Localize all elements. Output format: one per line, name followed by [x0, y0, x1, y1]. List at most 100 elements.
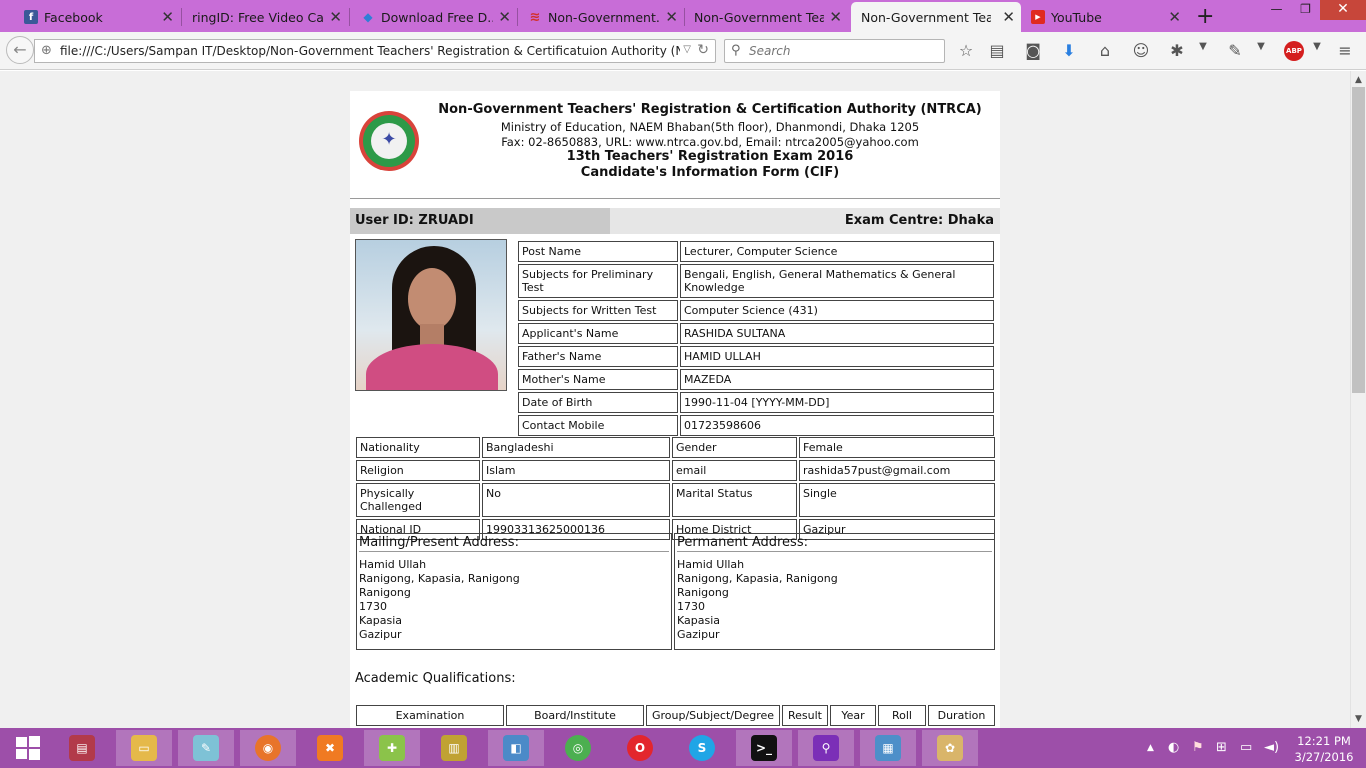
close-icon[interactable]: ✕: [1168, 8, 1181, 26]
field-value: RASHIDA SULTANA: [680, 323, 994, 344]
address-bar[interactable]: ⊕ file:///C:/Users/Sampan IT/Desktop/Non…: [34, 39, 716, 63]
chat-icon[interactable]: ☺: [1130, 41, 1152, 60]
field-label: Marital Status: [672, 483, 797, 517]
url-text[interactable]: file:///C:/Users/Sampan IT/Desktop/Non-G…: [60, 44, 680, 58]
close-icon[interactable]: ✕: [329, 8, 342, 26]
tab-strip: f Facebook ✕ ringID: Free Video Call... …: [0, 0, 1366, 32]
display-icon[interactable]: ▭: [1240, 740, 1252, 755]
search-tool-icon[interactable]: ⚲: [798, 730, 854, 766]
close-icon[interactable]: ✕: [498, 8, 511, 26]
field-label: Post Name: [518, 241, 678, 262]
field-value: 1990-11-04 [YYYY-MM-DD]: [680, 392, 994, 413]
reload-icon[interactable]: ↻: [697, 42, 709, 58]
search-input[interactable]: [749, 43, 939, 59]
scroll-down-icon[interactable]: ▼: [1355, 714, 1362, 724]
field-label: Contact Mobile: [518, 415, 678, 436]
table-row: Father's Name HAMID ULLAH: [518, 346, 994, 367]
file-explorer-icon[interactable]: ▭: [116, 730, 172, 766]
chrome-icon[interactable]: ◎: [550, 730, 606, 766]
close-icon[interactable]: ✕: [1002, 8, 1015, 26]
tab-title: Non-Government...: [548, 9, 660, 25]
control-panel-icon[interactable]: ▦: [860, 730, 916, 766]
address-line: 1730: [359, 600, 387, 613]
reading-list-icon[interactable]: ▤: [986, 41, 1008, 60]
windows-start-icon[interactable]: [0, 730, 56, 766]
tools-icon[interactable]: ✎: [1224, 41, 1246, 60]
notepad-plus-icon[interactable]: ✚: [364, 730, 420, 766]
close-icon[interactable]: ✕: [829, 8, 842, 26]
field-label: Subjects for Written Test: [518, 300, 678, 321]
table-row: Date of Birth 1990-11-04 [YYYY-MM-DD]: [518, 392, 994, 413]
xampp-icon[interactable]: ✖: [302, 730, 358, 766]
flag-icon[interactable]: ⚑: [1192, 740, 1204, 755]
network-status-icon[interactable]: ◐: [1168, 740, 1179, 755]
back-button[interactable]: ←: [6, 36, 34, 64]
system-clock[interactable]: 12:21 PM 3/27/2016: [1290, 733, 1358, 765]
column-header: Roll: [878, 705, 926, 726]
tab-facebook[interactable]: f Facebook ✕: [20, 2, 180, 32]
tab-title: ringID: Free Video Call...: [192, 9, 324, 25]
chevron-down-icon[interactable]: ▼: [1250, 41, 1272, 52]
show-hidden-icons[interactable]: ▲: [1147, 743, 1154, 753]
close-window-button[interactable]: ✕: [1320, 0, 1366, 20]
permanent-address: Permanent Address: Hamid Ullah Ranigong,…: [674, 533, 995, 650]
table-row: Physically Challenged No Marital Status …: [356, 483, 995, 517]
opera-icon[interactable]: O: [612, 730, 668, 766]
minimize-button[interactable]: —: [1262, 0, 1291, 20]
tab-download[interactable]: ◆ Download Free D... ✕: [357, 2, 517, 32]
address-line: Ranigong, Kapasia, Ranigong: [359, 572, 520, 585]
window-controls: — ❐ ✕: [1262, 0, 1366, 20]
field-value: Bengali, English, General Mathematics & …: [680, 264, 994, 298]
navigation-toolbar: ← ⊕ file:///C:/Users/Sampan IT/Desktop/N…: [0, 32, 1366, 70]
download-icon[interactable]: ⬇: [1058, 41, 1080, 60]
chevron-down-icon[interactable]: ▼: [1306, 41, 1328, 52]
pocket-icon[interactable]: ◙: [1022, 41, 1044, 60]
winrar-icon[interactable]: ▤: [54, 730, 110, 766]
table-row: Contact Mobile 01723598606: [518, 415, 994, 436]
bookmark-star-icon[interactable]: ☆: [955, 41, 977, 60]
tab-ntrca-1[interactable]: ≋ Non-Government... ✕: [524, 2, 684, 32]
command-prompt-icon[interactable]: >_: [736, 730, 792, 766]
clock-time: 12:21 PM: [1297, 734, 1351, 748]
skype-icon[interactable]: S: [674, 730, 730, 766]
database-icon[interactable]: ▥: [426, 730, 482, 766]
youtube-icon: ▶: [1031, 10, 1045, 24]
id-bar: User ID: ZRUADI Exam Centre: Dhaka: [350, 208, 1000, 234]
extension-icon[interactable]: ✱: [1166, 41, 1188, 60]
field-label: Mother's Name: [518, 369, 678, 390]
history-dropdown-icon[interactable]: ▽: [683, 44, 691, 55]
contact-info: Fax: 02-8650883, URL: www.ntrca.gov.bd, …: [501, 135, 919, 149]
menu-icon[interactable]: ≡: [1334, 41, 1356, 60]
virtualbox-icon[interactable]: ◧: [488, 730, 544, 766]
permanent-address-title: Permanent Address:: [677, 536, 992, 552]
maximize-button[interactable]: ❐: [1291, 0, 1320, 20]
field-value: rashida57pust@gmail.com: [799, 460, 995, 481]
paint-icon[interactable]: ✿: [922, 730, 978, 766]
field-value: Bangladeshi: [482, 437, 670, 458]
volume-icon[interactable]: ◄): [1264, 740, 1279, 755]
exam-centre: Exam Centre: Dhaka: [844, 213, 994, 228]
windows-icon[interactable]: ⊞: [1216, 740, 1227, 755]
new-tab-button[interactable]: +: [1196, 4, 1214, 29]
tab-ntrca-active[interactable]: Non-Government Tea... ✕: [851, 2, 1021, 32]
scroll-thumb[interactable]: [1352, 87, 1365, 393]
field-value: Islam: [482, 460, 670, 481]
field-label: Nationality: [356, 437, 480, 458]
table-header-row: Examination Board/Institute Group/Subjec…: [356, 705, 995, 726]
tab-youtube[interactable]: ▶ YouTube ✕: [1027, 2, 1187, 32]
field-label: Applicant's Name: [518, 323, 678, 344]
field-value: MAZEDA: [680, 369, 994, 390]
chevron-down-icon[interactable]: ▼: [1192, 41, 1214, 52]
firefox-icon[interactable]: ◉: [240, 730, 296, 766]
field-value: Single: [799, 483, 995, 517]
tab-ntrca-2[interactable]: Non-Government Tea... ✕: [670, 2, 848, 32]
tab-ringid[interactable]: ringID: Free Video Call... ✕: [168, 2, 348, 32]
home-icon[interactable]: ⌂: [1094, 41, 1116, 60]
search-box[interactable]: ⚲: [724, 39, 945, 63]
notepad-icon[interactable]: ✎: [178, 730, 234, 766]
tab-title: YouTube: [1051, 9, 1102, 25]
cif-document: ✦ Non-Government Teachers' Registration …: [350, 91, 1000, 728]
adblock-plus-icon[interactable]: ABP: [1284, 41, 1304, 61]
vertical-scrollbar[interactable]: ▲ ▼: [1350, 71, 1366, 728]
scroll-up-icon[interactable]: ▲: [1355, 75, 1362, 85]
